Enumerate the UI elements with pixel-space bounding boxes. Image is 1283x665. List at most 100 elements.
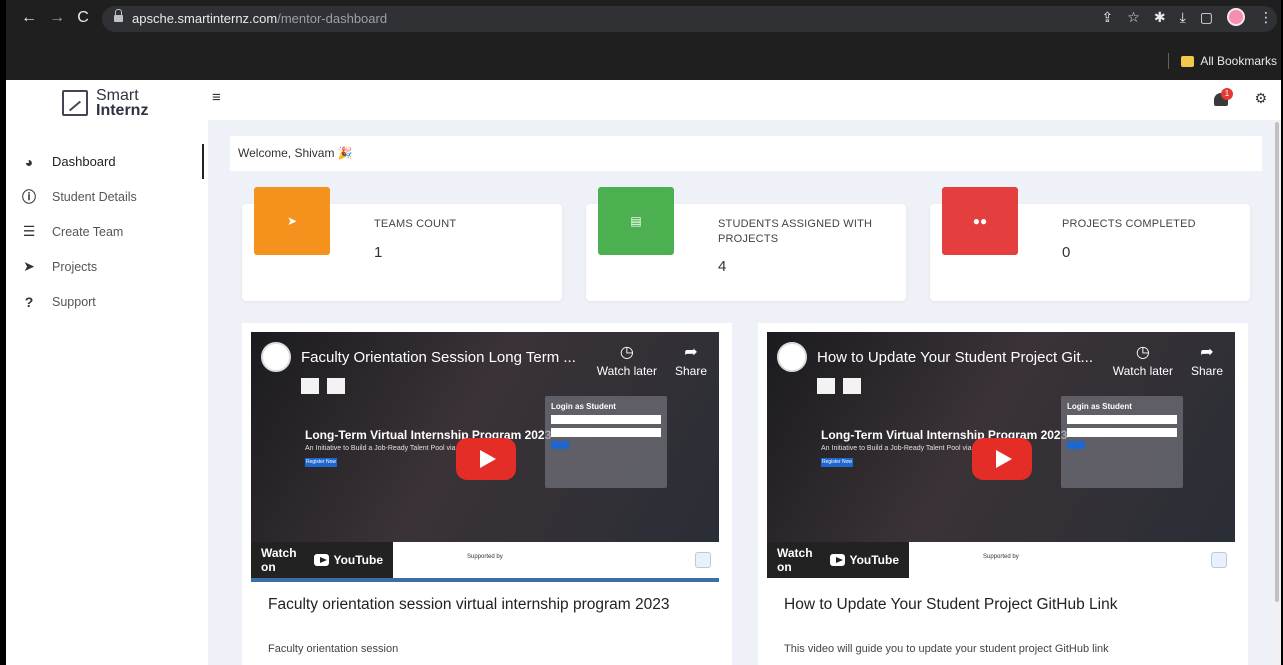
video-title: Faculty orientation session virtual inte… (268, 596, 670, 613)
send-icon: ➤ (23, 258, 35, 274)
download-icon[interactable]: ⤓ (1180, 9, 1186, 25)
page-scrollbar[interactable] (1273, 120, 1281, 665)
smartinternz-logo[interactable]: Smart Internz (62, 87, 149, 119)
side-panel-icon[interactable]: ▢ (1200, 9, 1213, 25)
embed-title[interactable]: Faculty Orientation Session Long Term ..… (301, 349, 576, 366)
sidebar-item-dashboard[interactable]: ◕ Dashboard (6, 144, 204, 179)
bookmark-star-icon[interactable]: ☆ (1127, 9, 1140, 25)
watch-later-button[interactable]: ◷ Watch later (597, 342, 657, 378)
welcome-banner: Welcome, Shivam 🎉 (230, 136, 1262, 171)
logo-mark-icon (62, 90, 88, 116)
login-button (551, 441, 569, 449)
app: Smart Internz ◕ Dashboard ⓘ Student Detai… (0, 80, 1283, 665)
login-preview: Login as Student (1061, 396, 1183, 488)
browser-menu-icon[interactable]: ⋮ (1259, 9, 1273, 25)
password-field (1067, 428, 1177, 437)
all-bookmarks-link[interactable]: All Bookmarks (1200, 54, 1277, 68)
share-arrow-icon: ➦ (684, 344, 698, 361)
topbar: ≡ 1 ⚙ (202, 80, 1281, 120)
notification-bell[interactable]: 1 (1211, 88, 1233, 110)
video-actions: ◷ Watch later ➦ Share (1113, 342, 1223, 378)
play-button-icon[interactable] (456, 438, 516, 480)
video-card: Faculty Orientation Session Long Term ..… (242, 323, 732, 665)
clock-icon: ◷ (619, 344, 634, 361)
stat-label: STUDENTS ASSIGNED WITH PROJECTS (718, 218, 873, 245)
supported-by-text: Supported by (467, 554, 503, 560)
profile-avatar[interactable] (1227, 8, 1245, 26)
play-button-icon[interactable] (972, 438, 1032, 480)
sidebar-item-student-details[interactable]: ⓘ Student Details (6, 179, 202, 214)
channel-avatar[interactable] (777, 342, 807, 372)
video-header: Faculty Orientation Session Long Term ..… (261, 342, 576, 372)
sponsor-logos (817, 378, 861, 394)
supported-by-text: Supported by (983, 554, 1019, 560)
embed-title[interactable]: How to Update Your Student Project Git..… (817, 349, 1093, 366)
sidebar-item-projects[interactable]: ➤ Projects (6, 249, 202, 284)
stat-card-teams-count: ➤ TEAMS COUNT 1 (242, 187, 562, 301)
info-icon: ⓘ (22, 188, 36, 205)
channel-avatar[interactable] (261, 342, 291, 372)
users-icon: ●● (942, 187, 1018, 255)
youtube-logo-icon (314, 554, 330, 566)
bookmark-folder-icon (1181, 55, 1195, 67)
sidebar-item-label: Create Team (52, 224, 124, 239)
video-card: How to Update Your Student Project Git..… (758, 323, 1248, 665)
sidebar-item-label: Support (52, 294, 96, 309)
email-field (551, 415, 661, 424)
watch-on-youtube-button[interactable]: Watch on YouTube (767, 542, 909, 578)
video-header: How to Update Your Student Project Git..… (777, 342, 1093, 372)
stat-card-projects-completed: ●● PROJECTS COMPLETED 0 (930, 187, 1250, 301)
video-footer: Watch on YouTube Supported by (251, 542, 719, 582)
logo-text: Smart Internz (96, 87, 149, 119)
sidebar-menu: ◕ Dashboard ⓘ Student Details ☰ Create T… (6, 144, 204, 319)
main-content: Welcome, Shivam 🎉 ➤ TEAMS COUNT 1 ▤ STUD… (208, 120, 1281, 665)
question-icon: ? (24, 293, 34, 310)
video-title: How to Update Your Student Project GitHu… (784, 596, 1118, 613)
watch-later-button[interactable]: ◷ Watch later (1113, 342, 1173, 378)
share-button[interactable]: ➦ Share (1191, 342, 1223, 378)
list-icon: ☰ (22, 223, 36, 239)
gear-icon[interactable]: ⚙ (1254, 90, 1267, 107)
logo-tile (817, 378, 835, 394)
video-description: This video will guide you to update your… (784, 643, 1109, 655)
sidebar-item-create-team[interactable]: ☰ Create Team (6, 214, 202, 249)
video-actions: ◷ Watch later ➦ Share (597, 342, 707, 378)
sponsor-logos (301, 378, 345, 394)
stat-label: TEAMS COUNT (374, 218, 457, 230)
youtube-embed[interactable]: Faculty Orientation Session Long Term ..… (251, 332, 719, 582)
url-text: apsche.smartinternz.com/mentor-dashboard (132, 11, 388, 26)
sidebar-item-label: Projects (52, 259, 98, 274)
password-field (551, 428, 661, 437)
share-page-icon[interactable]: ⇪ (1102, 9, 1114, 25)
dashboard-icon: ◕ (24, 153, 34, 170)
notification-badge: 1 (1221, 88, 1233, 100)
program-banner: Long-Term Virtual Internship Program 202… (821, 428, 1068, 467)
back-icon[interactable]: ← (20, 9, 38, 27)
youtube-embed[interactable]: How to Update Your Student Project Git..… (767, 332, 1235, 582)
hamburger-menu-icon[interactable]: ≡ (212, 89, 221, 106)
video-taskbar (251, 578, 719, 582)
forward-icon[interactable]: → (48, 9, 66, 27)
clock-icon: ◷ (1135, 344, 1150, 361)
sidebar-item-label: Student Details (52, 189, 137, 204)
share-button[interactable]: ➦ Share (675, 342, 707, 378)
logo-tile (843, 378, 861, 394)
lock-icon (114, 9, 123, 24)
stat-card-students-assigned: ▤ STUDENTS ASSIGNED WITH PROJECTS 4 (586, 187, 906, 301)
watch-on-youtube-button[interactable]: Watch on YouTube (251, 542, 393, 578)
email-field (1067, 415, 1177, 424)
video-description: Faculty orientation session (268, 643, 399, 655)
paper-plane-icon: ➤ (254, 187, 330, 255)
id-card-icon: ▤ (598, 187, 674, 255)
browser-toolbar-icons: ⇪ ☆ ✱ ⤓ ▢ ⋮ (1102, 8, 1273, 26)
reload-icon[interactable]: C (74, 9, 92, 27)
extensions-icon[interactable]: ✱ (1154, 9, 1166, 25)
logo-tile (301, 378, 319, 394)
bookmarks-bar: All Bookmarks (1168, 53, 1277, 69)
sidebar-item-support[interactable]: ? Support (6, 284, 202, 319)
sidebar-item-label: Dashboard (52, 154, 116, 169)
sidebar: Smart Internz ◕ Dashboard ⓘ Student Detai… (6, 80, 204, 665)
youtube-logo-icon (830, 554, 846, 566)
bookmarks-divider (1168, 53, 1170, 69)
register-now-button: Register Now (821, 458, 853, 467)
